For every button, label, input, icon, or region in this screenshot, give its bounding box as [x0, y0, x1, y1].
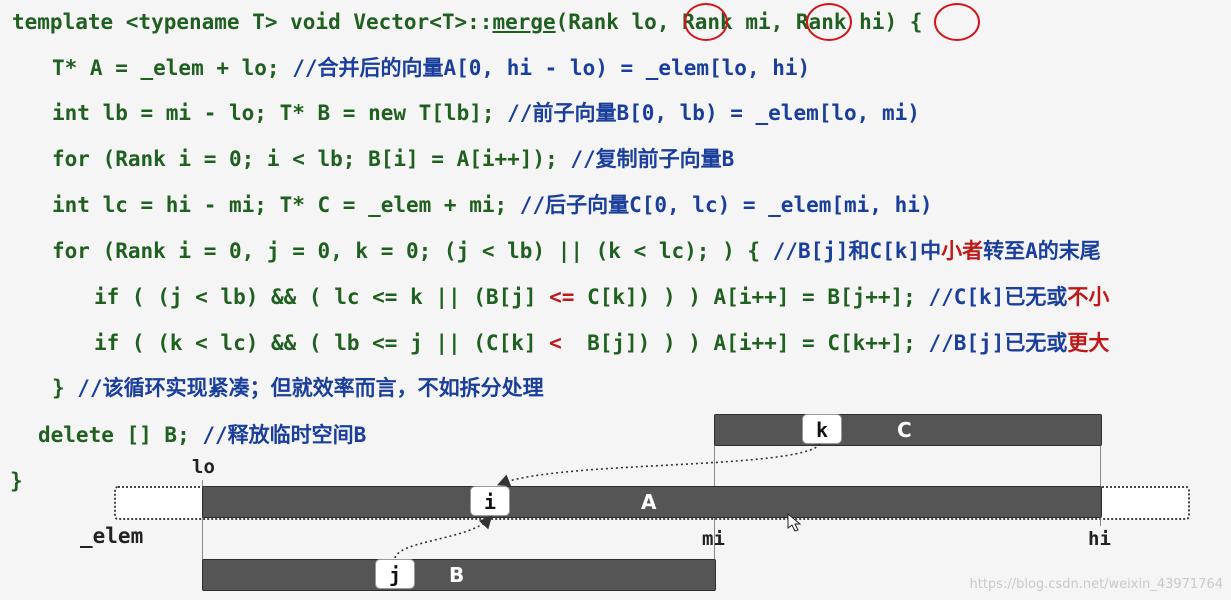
- code-line-7: if ( (j < lb) && ( lc <= k || (B[j] <= C…: [94, 285, 1110, 309]
- array-a-bar: A: [202, 486, 1102, 518]
- code-line-1: template <typename T> void Vector<T>::me…: [12, 10, 923, 34]
- code-line-4: for (Rank i = 0; i < lb; B[i] = A[i++]);…: [52, 147, 735, 171]
- array-b-bar: B: [202, 559, 716, 591]
- pointer-j: j: [375, 559, 415, 589]
- param-mi: mi: [745, 10, 771, 34]
- hi-label: hi: [1088, 528, 1111, 550]
- param-lo: lo: [631, 10, 657, 34]
- code-line-11: }: [10, 469, 23, 493]
- code-line-2: T* A = _elem + lo; //合并后的向量A[0, hi - lo)…: [52, 56, 811, 80]
- circle-annotation-lo: [684, 3, 728, 41]
- array-c-label: C: [897, 418, 912, 442]
- code-line-8: if ( (k < lc) && ( lb <= j || (C[k] < B[…: [94, 331, 1110, 355]
- arrow-k-to-i: [497, 443, 821, 487]
- circle-annotation-hi: [934, 3, 980, 41]
- circle-annotation-mi: [806, 3, 852, 41]
- array-a-label: A: [641, 490, 657, 514]
- code-line-6: for (Rank i = 0, j = 0, k = 0; (j < lb) …: [52, 239, 1101, 263]
- code-line-5: int lc = hi - mi; T* C = _elem + mi; //后…: [52, 193, 933, 217]
- mi-label: mi: [702, 528, 725, 550]
- elem-label: _elem: [80, 524, 144, 548]
- pointer-i: i: [470, 486, 510, 516]
- watermark: https://blog.csdn.net/weixin_43971764: [969, 577, 1223, 592]
- code-line-10: delete [] B; //释放临时空间B: [38, 423, 367, 447]
- array-b-label: B: [449, 563, 465, 587]
- code-line-9: } //该循环实现紧凑；但就效率而言，不如拆分处理: [52, 376, 544, 400]
- array-c-bar: C: [714, 414, 1102, 446]
- arrow-j-to-i: [394, 515, 493, 559]
- pointer-k: k: [802, 414, 842, 444]
- code-line-3: int lb = mi - lo; T* B = new T[lb]; //前子…: [52, 101, 920, 125]
- lo-label: lo: [192, 456, 215, 478]
- param-hi: hi: [859, 10, 885, 34]
